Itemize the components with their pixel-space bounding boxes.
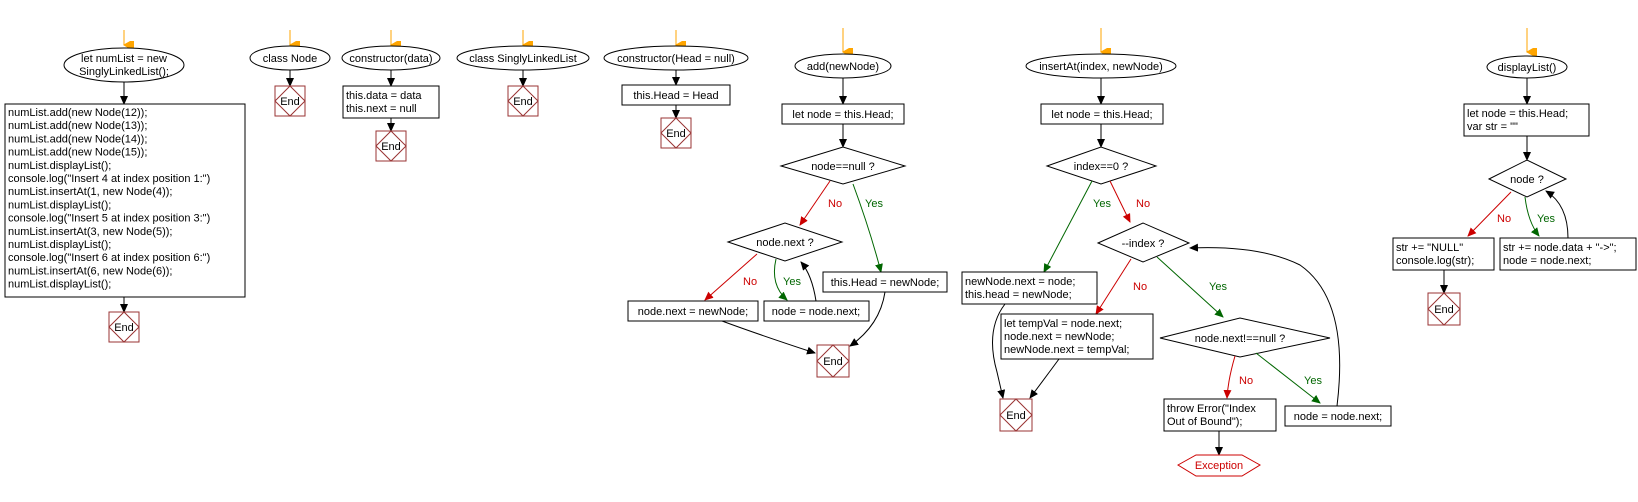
no-edge [1223, 355, 1236, 399]
code-line: str += node.data + "->"; [1503, 242, 1617, 254]
no-label: No [1239, 375, 1253, 387]
end-terminal[interactable]: End [507, 85, 539, 117]
code-line: this.Head = Head [633, 90, 718, 102]
code-line: this.head = newNode; [965, 289, 1072, 301]
code-line: numList.displayList(); [8, 279, 111, 291]
decision-label: node.next ? [756, 237, 814, 249]
no-edge [799, 180, 831, 226]
code-line: node = node.next; [1294, 411, 1382, 423]
code-line: throw Error("Index [1167, 403, 1256, 415]
end-label: End [513, 96, 533, 108]
code-line: let node = this.Head; [1467, 108, 1568, 120]
code-line: let node = this.Head; [1051, 109, 1152, 121]
decision-label: index==0 ? [1074, 161, 1128, 173]
decision-label: node ? [1510, 174, 1544, 186]
start-label-line-2: SinglyLinkedList(); [79, 66, 169, 78]
end-label: End [666, 128, 686, 140]
end-terminal[interactable]: End [816, 344, 850, 378]
no-label: No [828, 198, 842, 210]
code-line: numList.displayList(); [8, 199, 111, 211]
code-line: Out of Bound"); [1167, 416, 1242, 428]
code-line: let node = this.Head; [792, 109, 893, 121]
yes-edge [1043, 180, 1093, 273]
end-label: End [823, 356, 843, 368]
code-line: str += "NULL" [1396, 242, 1463, 254]
start-label: insertAt(index, newNode) [1039, 61, 1163, 73]
code-line: console.log("Insert 6 at index position … [8, 252, 210, 264]
code-line: console.log(str); [1396, 255, 1474, 267]
no-label: No [743, 276, 757, 288]
start-label: add(newNode) [807, 61, 879, 73]
flow-display-list: displayList() let node = this.Head; var … [1392, 28, 1637, 326]
end-label: End [1434, 304, 1454, 316]
flow-arrow [721, 320, 816, 355]
flow-class-node: class Node End [249, 30, 331, 117]
decision-label: node.next!==null ? [1195, 333, 1286, 345]
no-label: No [1136, 198, 1150, 210]
code-line: this.next = null [346, 103, 417, 115]
loop-back-edge [800, 261, 817, 302]
flowchart-canvas: let numList = new SinglyLinkedList(); nu… [4, 28, 1637, 477]
code-line: numList.insertAt(3, new Node(5)); [8, 226, 172, 238]
decision-label: --index ? [1122, 238, 1165, 250]
yes-label: Yes [1304, 375, 1322, 387]
start-label: constructor(data) [349, 53, 432, 65]
end-label: End [381, 141, 401, 153]
flow-insert-at: insertAt(index, newNode) let node = this… [961, 28, 1392, 477]
end-terminal[interactable]: End [274, 85, 306, 117]
yes-label: Yes [1209, 281, 1227, 293]
start-label: constructor(Head = null) [617, 53, 735, 65]
no-edge [1095, 258, 1132, 315]
end-terminal[interactable]: End [1427, 292, 1461, 326]
end-label: End [280, 96, 300, 108]
decision-label: node==null ? [811, 161, 875, 173]
code-line: numList.insertAt(1, new Node(4)); [8, 186, 172, 198]
yes-label: Yes [865, 198, 883, 210]
code-line: var str = "" [1467, 121, 1518, 133]
code-line: this.data = data [346, 90, 422, 102]
flow-node-constructor: constructor(data) this.data = data this.… [341, 30, 441, 162]
end-terminal[interactable]: End [375, 130, 407, 162]
code-line: this.Head = newNode; [831, 277, 940, 289]
start-label: displayList() [1498, 62, 1557, 74]
end-terminal[interactable]: End [660, 117, 692, 149]
exception-label: Exception [1195, 460, 1243, 472]
code-line: numList.add(new Node(15)); [8, 147, 147, 159]
start-label-line-1: let numList = new [81, 53, 167, 65]
no-edge [1109, 180, 1131, 223]
yes-label: Yes [783, 276, 801, 288]
code-line: node.next = newNode; [1004, 331, 1114, 343]
start-label: class SinglyLinkedList [469, 53, 577, 65]
code-line: newNode.next = tempVal; [1004, 344, 1129, 356]
code-line: let tempVal = node.next; [1004, 318, 1122, 330]
flow-main: let numList = new SinglyLinkedList(); nu… [4, 30, 246, 343]
flow-class-list: class SinglyLinkedList End [456, 30, 590, 117]
code-line: console.log("Insert 5 at index position … [8, 213, 210, 225]
flow-arrow [1029, 358, 1060, 399]
end-label: End [1006, 410, 1026, 422]
end-terminal[interactable]: End [999, 398, 1033, 432]
code-line: numList.displayList(); [8, 239, 111, 251]
code-line: node = node.next; [1503, 255, 1591, 267]
end-terminal[interactable]: End [108, 311, 140, 343]
code-line: node.next = newNode; [638, 306, 748, 318]
yes-label: Yes [1093, 198, 1111, 210]
end-label: End [114, 322, 134, 334]
no-label: No [1133, 281, 1147, 293]
exception-terminal[interactable]: Exception [1177, 454, 1261, 477]
code-line: console.log("Insert 4 at index position … [8, 173, 210, 185]
start-label: class Node [263, 53, 317, 65]
code-line: newNode.next = node; [965, 276, 1075, 288]
code-line: node = node.next; [772, 306, 860, 318]
code-line: numList.add(new Node(13)); [8, 120, 147, 132]
code-line: numList.add(new Node(14)); [8, 133, 147, 145]
code-line: numList.displayList(); [8, 160, 111, 172]
no-label: No [1497, 213, 1511, 225]
flow-list-constructor: constructor(Head = null) this.Head = Hea… [603, 30, 749, 149]
code-line: numList.add(new Node(12)); [8, 107, 147, 119]
yes-label: Yes [1537, 213, 1555, 225]
code-line: numList.insertAt(6, new Node(6)); [8, 265, 172, 277]
